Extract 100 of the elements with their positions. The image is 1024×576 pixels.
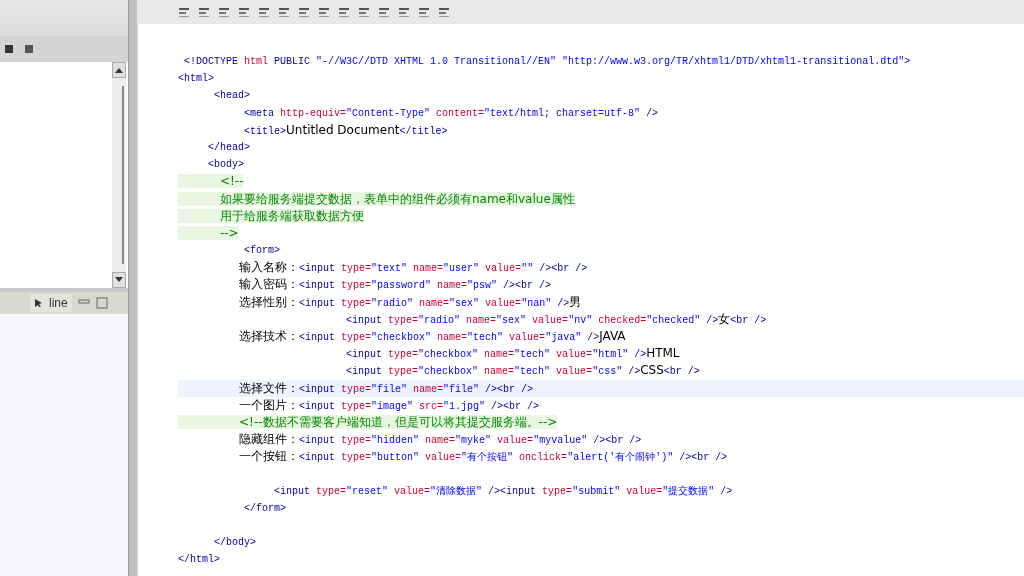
code-token: "text/html; charset=utf-8" <box>484 107 642 119</box>
code-line[interactable]: </head> <box>178 138 1024 157</box>
code-line[interactable]: 隐藏组件：<input type="hidden" name="myke" value="myvalue" /><br /> <box>178 431 1024 449</box>
code-line[interactable]: 输入密码：<input type="password" name="psw" /><br /> <box>178 276 1024 294</box>
code-token: Untitled Document <box>286 122 400 137</box>
toolbar-icon[interactable] <box>297 5 311 19</box>
toolbar-icon[interactable] <box>257 5 271 19</box>
code-token: "java" <box>545 332 583 343</box>
code-token: src= <box>419 400 444 412</box>
code-token: <input <box>299 263 337 275</box>
code-token: 输入名称： <box>238 260 300 275</box>
code-token: type= <box>341 280 372 292</box>
code-token: 一个图片： <box>238 397 300 412</box>
code-token: <br /> <box>663 366 700 378</box>
code-line[interactable]: <input type="radio" name="sex" value="nv" checked="checked" />女<br /> <box>178 310 1024 328</box>
code-line[interactable]: <input type="reset" value="清除数据" /><input type="submit" value="提交数据" /> <box>178 482 1024 500</box>
code-token: value= <box>485 297 522 309</box>
code-token: value= <box>509 332 546 343</box>
toolbar-icon[interactable] <box>337 5 351 19</box>
code-comment: 如果要给服务端提交数据，表单中的组件必须有name和value属性 <box>178 191 575 206</box>
toolbar-icon[interactable] <box>417 5 431 19</box>
code-token: "checked" <box>646 314 702 326</box>
code-token: "password" <box>371 280 433 292</box>
code-token: name= <box>413 263 444 275</box>
code-token: </form> <box>243 502 287 514</box>
square-icon[interactable] <box>24 44 34 54</box>
code-token: 一个按钮： <box>238 449 300 464</box>
code-line[interactable]: </body> <box>178 534 1024 552</box>
panel-tab[interactable]: line <box>30 294 72 312</box>
code-token: type= <box>341 297 372 309</box>
code-token: type= <box>316 485 347 497</box>
code-token: HTML <box>646 346 680 361</box>
scroll-up-icon[interactable] <box>112 62 126 78</box>
code-token: CSS <box>640 363 664 378</box>
code-token: "submit" <box>572 485 622 497</box>
code-line[interactable]: <input type="checkbox" name="tech" value="css" />CSS<br /> <box>178 362 1024 380</box>
toolbar-icon[interactable] <box>317 5 331 19</box>
code-line[interactable]: <!DOCTYPE html PUBLIC "-//W3C//DTD XHTML 1.0 Transitional//EN" "http://www.w3.org/TR/xhtml1/DTD/xhtml1-transitional.dtd"> <box>178 53 1024 71</box>
code-line[interactable]: 选择性别：<input type="radio" name="sex" value="nan" />男 <box>178 293 1024 311</box>
code-line[interactable]: <body> <box>178 156 1024 174</box>
toolbar-icon[interactable] <box>437 5 451 19</box>
code-token: <input <box>299 280 337 292</box>
toolbar-icon[interactable] <box>197 5 211 19</box>
code-token: <head> <box>213 90 250 102</box>
code-line[interactable]: 选择技术：<input type="checkbox" name="tech" value="java" />JAVA <box>178 328 1024 346</box>
code-line[interactable]: 如果要给服务端提交数据，表单中的组件必须有name和value属性 <box>178 190 1024 208</box>
code-line[interactable]: <meta http-equiv="Content-Type" content="text/html; charset=utf-8" /> <box>178 104 1024 122</box>
code-line[interactable]: <!-- <box>178 173 1024 191</box>
code-line[interactable]: --> <box>178 224 1024 243</box>
code-line[interactable]: 用于给服务端获取数据方便 <box>178 207 1024 225</box>
code-line[interactable]: <input type="checkbox" name="tech" value="html" />HTML <box>178 345 1024 363</box>
toolbar-icon[interactable] <box>357 5 371 19</box>
code-token: "html" <box>592 349 630 361</box>
code-token: JAVA <box>599 329 626 343</box>
code-line[interactable]: <form> <box>178 242 1024 260</box>
code-token: <input <box>273 485 312 497</box>
square-icon[interactable] <box>4 44 14 54</box>
code-token: "sex" <box>496 314 528 326</box>
code-token: "checkbox" <box>418 349 480 361</box>
code-token: /> <box>628 366 641 378</box>
code-token: name= <box>484 349 515 361</box>
code-token: /><br /> <box>491 400 540 412</box>
code-token: /><input <box>488 485 538 497</box>
toolbar-icon[interactable] <box>397 5 411 19</box>
maximize-icon[interactable] <box>95 297 108 309</box>
code-line[interactable]: 输入名称：<input type="text" name="user" value="" /><br /> <box>178 259 1024 277</box>
code-line[interactable]: 一个按钮：<input type="button" value="有个按钮" onclick="alert('有个闹钟')" /><br /> <box>178 448 1024 466</box>
code-area[interactable] <box>137 24 1024 576</box>
code-token: 女 <box>718 311 731 326</box>
code-token: 输入密码： <box>238 277 300 292</box>
code-line[interactable]: </html> <box>178 551 1024 569</box>
code-line[interactable]: <!--数据不需要客户端知道，但是可以将其提交服务端。--> <box>178 413 1024 432</box>
code-line[interactable]: <html> <box>178 70 1024 88</box>
code-token: value= <box>394 485 431 497</box>
scroll-down-icon[interactable] <box>112 272 126 288</box>
code-token: "sex" <box>449 297 481 309</box>
code-line[interactable]: </form> <box>178 499 1024 518</box>
toolbar-icon[interactable] <box>237 5 251 19</box>
code-token: <meta <box>243 107 275 119</box>
code-token: "Content-Type" <box>346 107 432 119</box>
code-token: type= <box>388 314 419 326</box>
code-line[interactable]: <title>Untitled Document</title> <box>178 121 1024 139</box>
code-token: value= <box>425 452 462 464</box>
code-token: "myke" <box>455 435 493 447</box>
code-line[interactable]: <head> <box>178 87 1024 105</box>
code-token: "有个按钮" <box>461 452 515 464</box>
code-token: "" <box>521 263 535 275</box>
code-token: 选择技术： <box>238 329 300 343</box>
toolbar-icon[interactable] <box>377 5 391 19</box>
code-token: "tech" <box>514 366 552 378</box>
code-line[interactable]: 一个图片：<input type="image" src="1.jpg" /><br /> <box>178 396 1024 414</box>
code-token: value= <box>626 485 663 497</box>
code-token: /><br /> <box>503 280 552 292</box>
toolbar-icon[interactable] <box>277 5 291 19</box>
code-token: name= <box>484 366 515 378</box>
code-comment: 用于给服务端获取数据方便 <box>178 208 364 223</box>
toolbar-icon[interactable] <box>217 5 231 19</box>
toolbar-icon[interactable] <box>177 5 191 19</box>
code-token: <input <box>299 452 337 464</box>
code-token: /><br /> <box>539 263 588 275</box>
